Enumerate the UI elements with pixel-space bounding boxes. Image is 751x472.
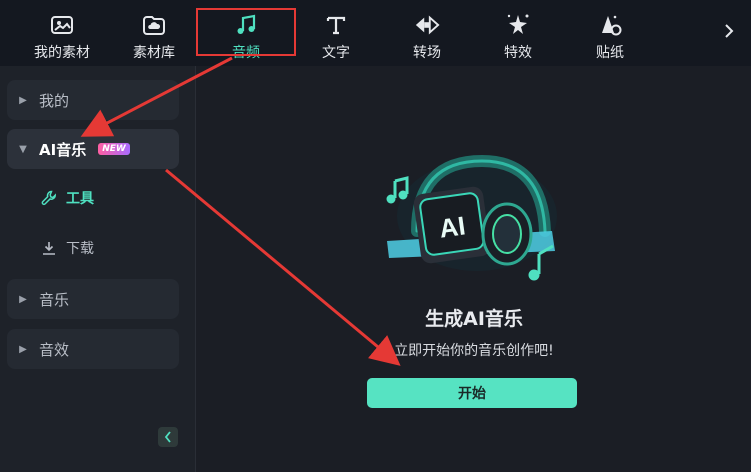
sidebar-item-label: 音效 xyxy=(39,340,70,359)
main-subtitle: 立即开始你的音乐创作吧! xyxy=(394,343,554,359)
sidebar-collapse-button[interactable] xyxy=(158,427,178,447)
tab-transition[interactable]: 转场 xyxy=(381,0,473,66)
tab-sticker[interactable]: 贴纸 xyxy=(564,0,656,66)
text-icon xyxy=(323,12,349,38)
tab-label: 特效 xyxy=(504,45,532,61)
main-title: 生成AI音乐 xyxy=(425,308,523,330)
top-toolbar: 我的素材 素材库 音频 文字 转场 特效 贴纸 xyxy=(0,0,751,66)
transition-icon xyxy=(414,12,440,38)
sidebar-subitem-download[interactable]: 下载 xyxy=(40,233,94,263)
chevron-right-icon xyxy=(724,23,734,43)
effects-icon xyxy=(505,12,531,38)
caret-down-icon: ▼ xyxy=(19,143,27,155)
image-folder-icon xyxy=(49,12,75,38)
tab-label: 贴纸 xyxy=(596,45,624,61)
caret-right-icon: ▶ xyxy=(19,94,27,106)
sidebar-item-music[interactable]: ▶ 音乐 xyxy=(7,279,179,319)
cloud-folder-icon xyxy=(141,12,167,38)
sidebar-item-sound-effects[interactable]: ▶ 音效 xyxy=(7,329,179,369)
tab-label: 素材库 xyxy=(133,45,175,61)
download-icon xyxy=(40,239,58,257)
tab-my-media[interactable]: 我的素材 xyxy=(16,0,108,66)
wrench-icon xyxy=(40,189,58,207)
caret-right-icon: ▶ xyxy=(19,343,27,355)
sidebar-subitem-label: 下载 xyxy=(66,241,94,257)
tab-label: 文字 xyxy=(322,45,350,61)
toolbar-more-button[interactable] xyxy=(721,22,737,44)
main-panel: AI 生成AI音乐 立即开始你的音乐创作吧! 开始 xyxy=(197,66,751,472)
sticker-icon xyxy=(597,12,623,38)
sidebar-item-mine[interactable]: ▶ 我的 xyxy=(7,80,179,120)
sidebar-subitem-tools[interactable]: 工具 xyxy=(40,183,94,213)
sidebar-subitem-label: 工具 xyxy=(66,191,94,207)
tab-effects[interactable]: 特效 xyxy=(472,0,564,66)
tab-library[interactable]: 素材库 xyxy=(108,0,200,66)
sidebar-item-label: AI音乐 xyxy=(39,140,87,159)
sidebar-item-label: 音乐 xyxy=(39,290,70,309)
start-button[interactable]: 开始 xyxy=(367,378,577,408)
annotation-highlight-box xyxy=(196,8,296,56)
illustration-ai-text: AI xyxy=(437,210,467,243)
new-badge: NEW xyxy=(98,143,130,155)
chevron-left-icon xyxy=(164,428,172,447)
sidebar-item-label: 我的 xyxy=(39,91,70,110)
tab-label: 转场 xyxy=(413,45,441,61)
tab-label: 我的素材 xyxy=(34,45,90,61)
ai-headphones-icon: AI xyxy=(377,136,577,286)
sidebar-item-ai-music[interactable]: ▼ AI音乐 NEW xyxy=(7,129,179,169)
sidebar: ▶ 我的 ▼ AI音乐 NEW 工具 下载 ▶ 音乐 ▶ 音效 xyxy=(0,66,196,472)
tab-text[interactable]: 文字 xyxy=(290,0,382,66)
caret-right-icon: ▶ xyxy=(19,293,27,305)
